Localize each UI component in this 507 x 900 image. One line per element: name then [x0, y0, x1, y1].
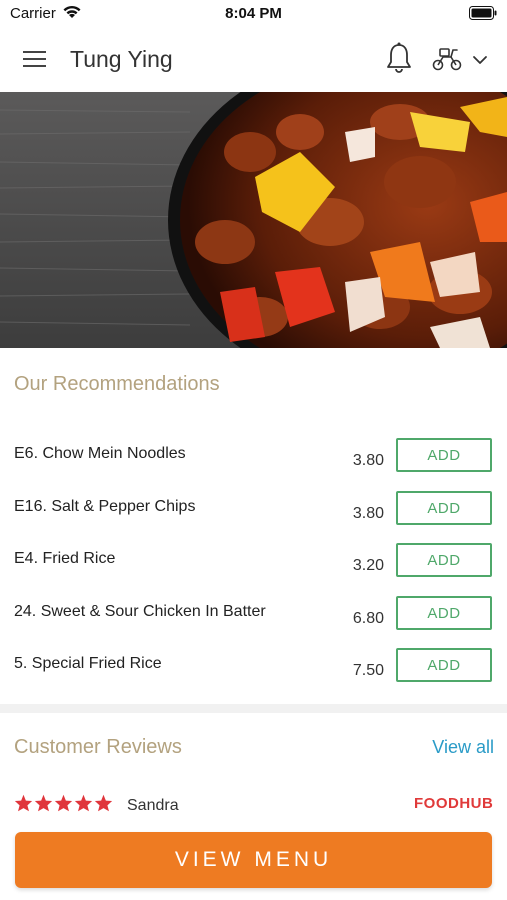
star-icon [74, 794, 93, 812]
add-button[interactable]: ADD [396, 596, 492, 630]
section-divider [0, 704, 507, 713]
item-price: 3.80 [352, 452, 384, 469]
add-button[interactable]: ADD [396, 438, 492, 472]
item-name: 24. Sweet & Sour Chicken In Batter [14, 603, 266, 620]
hero-food-image [0, 92, 507, 348]
clock: 8:04 PM [225, 5, 282, 22]
item-price: 3.80 [352, 505, 384, 522]
chevron-down-icon[interactable] [472, 53, 488, 71]
item-price: 6.80 [352, 610, 384, 627]
list-item: 24. Sweet & Sour Chicken In Batter 6.80 … [0, 595, 507, 647]
bell-icon[interactable] [385, 42, 413, 79]
star-icon [34, 794, 53, 812]
star-rating [14, 794, 113, 812]
star-icon [54, 794, 73, 812]
star-icon [94, 794, 113, 812]
add-button[interactable]: ADD [396, 491, 492, 525]
list-item: E4. Fried Rice 3.20 ADD [0, 542, 507, 594]
item-price: 7.50 [352, 662, 384, 679]
item-name: E4. Fried Rice [14, 550, 116, 567]
status-bar: Carrier 8:04 PM [0, 0, 507, 28]
item-name: E6. Chow Mein Noodles [14, 445, 186, 462]
add-button[interactable]: ADD [396, 543, 492, 577]
foodhub-logo: FOODHUB [414, 795, 494, 812]
battery-icon [469, 6, 497, 25]
page-title: Tung Ying [70, 46, 173, 72]
view-menu-button[interactable]: VIEW MENU [15, 832, 492, 888]
item-name: 5. Special Fried Rice [14, 655, 162, 672]
item-price: 3.20 [352, 557, 384, 574]
recommendations-heading: Our Recommendations [14, 373, 220, 395]
menu-icon[interactable] [22, 48, 48, 75]
reviews-heading: Customer Reviews [14, 736, 182, 758]
scooter-icon[interactable] [431, 45, 463, 78]
list-item: E16. Salt & Pepper Chips 3.80 ADD [0, 490, 507, 542]
star-icon [14, 794, 33, 812]
list-item: E6. Chow Mein Noodles 3.80 ADD [0, 437, 507, 489]
view-all-link[interactable]: View all [432, 737, 494, 758]
app-header: Tung Ying [0, 28, 507, 92]
reviewer-name: Sandra [127, 797, 179, 814]
item-name: E16. Salt & Pepper Chips [14, 498, 196, 515]
list-item: 5. Special Fried Rice 7.50 ADD [0, 647, 507, 699]
add-button[interactable]: ADD [396, 648, 492, 682]
